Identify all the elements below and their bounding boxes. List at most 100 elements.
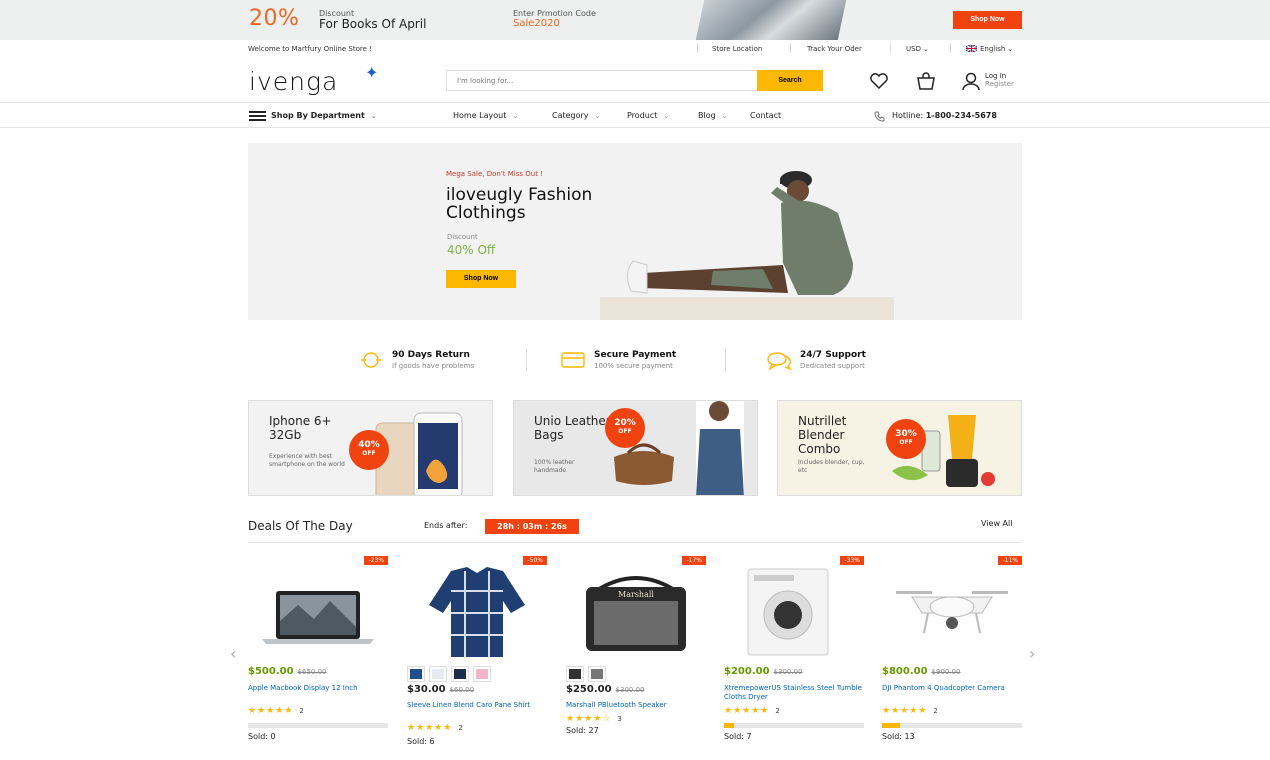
- hero-discount-label: Discount: [447, 233, 478, 241]
- language-select[interactable]: English ⌄: [965, 44, 1014, 53]
- register-link[interactable]: Register: [985, 80, 1014, 88]
- product-image[interactable]: [724, 561, 864, 661]
- fashion-model-image: [627, 171, 853, 295]
- sold-progress-bar: [724, 723, 864, 728]
- hero-discount-value: 40% Off: [447, 243, 496, 257]
- login-link[interactable]: Log In: [985, 72, 1014, 80]
- search-input[interactable]: [446, 70, 758, 91]
- promo-card-title: Unio Leather Bags: [534, 414, 611, 442]
- promo-code-value: Sale2020: [513, 18, 560, 29]
- product-price: $30.00 $60.00: [407, 684, 475, 695]
- promo-card-badge: 30% OFF: [886, 419, 926, 459]
- promo-discount-text: For Books Of April: [319, 17, 427, 31]
- countdown-timer: 28h : 03m : 26s: [485, 519, 579, 534]
- color-swatches: [407, 666, 491, 682]
- product-image[interactable]: Marshall: [566, 561, 706, 661]
- shop-by-department[interactable]: Shop By Department ⌄: [271, 111, 377, 120]
- deals-title: Deals Of The Day: [248, 519, 353, 533]
- feature-payment: Secure Payment 100% secure payment: [561, 350, 676, 370]
- promo-card-blender[interactable]: Nutrillet Blender Combo Includes blender…: [777, 400, 1022, 496]
- product-rating: ★★★★★ 2: [248, 706, 304, 716]
- promo-percent: 20%: [249, 6, 300, 31]
- deals-ends-label: Ends after:: [424, 521, 468, 530]
- promo-shop-now-button[interactable]: Shop Now: [953, 11, 1022, 29]
- hotline: Hotline: 1-800-234-5678: [892, 111, 997, 120]
- promo-card-bags[interactable]: Unio Leather Bags 100% leather handmade …: [513, 400, 758, 496]
- product-name[interactable]: Marshall PBluetooth Speaker: [566, 701, 706, 710]
- nav-item-blog[interactable]: Blog ⌄: [698, 111, 728, 120]
- site-logo[interactable]: ivenga: [249, 67, 338, 96]
- sparkle-icon: ✦: [365, 63, 379, 82]
- swatch-pink[interactable]: [473, 666, 491, 682]
- view-all-link[interactable]: View All: [981, 519, 1012, 528]
- hero-banner: Mega Sale, Don't Miss Out ! iloveugly Fa…: [248, 143, 1022, 320]
- product-name[interactable]: DJI Phantom 4 Quadcopter Camera: [882, 684, 1022, 693]
- user-icon[interactable]: [961, 72, 981, 90]
- refresh-icon: [361, 352, 381, 368]
- color-swatches: [566, 666, 606, 682]
- store-location-link[interactable]: Store Location: [712, 45, 762, 53]
- header: ivenga ✦ Search Log In Register: [0, 58, 1270, 103]
- product-name[interactable]: Sleeve Linen Blend Caro Pane Shirt: [407, 701, 547, 710]
- shopping-bag-icon[interactable]: [916, 72, 936, 90]
- swatch-navy[interactable]: [451, 666, 469, 682]
- promo-card-subtitle: Experience with best smartphone on the w…: [269, 453, 345, 468]
- promo-code-label: Enter Prmotion Code: [513, 9, 596, 18]
- promo-card-subtitle: 100% leather handmade: [534, 459, 575, 474]
- product-rating: ★★★★☆ 3: [566, 714, 622, 724]
- sold-count: Sold: 6: [407, 737, 435, 746]
- chevron-left-icon[interactable]: ‹: [230, 644, 236, 663]
- promo-card-iphone[interactable]: Iphone 6+ 32Gb Experience with best smar…: [248, 400, 493, 496]
- heart-icon[interactable]: [869, 72, 889, 90]
- sold-count: Sold: 0: [248, 732, 276, 741]
- product-image[interactable]: [248, 561, 388, 661]
- promo-card-title: Iphone 6+ 32Gb: [269, 414, 332, 442]
- hero-tag: Mega Sale, Don't Miss Out !: [446, 170, 543, 178]
- nav-item-category[interactable]: Category ⌄: [552, 111, 600, 120]
- feature-support: 24/7 Support Dedicated support: [767, 350, 866, 370]
- svg-text:Marshall: Marshall: [618, 590, 654, 599]
- product-price: $250.00 $300.00: [566, 684, 645, 695]
- swatch-white[interactable]: [429, 666, 447, 682]
- phone-icon: [874, 111, 885, 122]
- chevron-right-icon[interactable]: ›: [1029, 644, 1035, 663]
- track-order-link[interactable]: Track Your Oder: [807, 45, 862, 53]
- chevron-down-icon: ⌄: [1007, 45, 1014, 53]
- sold-progress-fill: [724, 723, 734, 728]
- sold-progress-bar: [882, 723, 1022, 728]
- chevron-down-icon: ⌄: [370, 112, 377, 120]
- chevron-down-icon: ⌄: [721, 112, 728, 120]
- swatch-black[interactable]: [566, 666, 584, 682]
- iphone-image: [375, 412, 463, 495]
- nav-item-contact[interactable]: Contact: [750, 111, 781, 120]
- product-name[interactable]: Apple Macbook Display 12 Inch: [248, 684, 388, 693]
- product-rating: ★★★★★ 2: [724, 706, 780, 716]
- currency-select[interactable]: USD ⌄: [906, 45, 929, 53]
- sold-progress-bar: [248, 723, 388, 728]
- chevron-down-icon: ⌄: [594, 112, 601, 120]
- swatch-blue[interactable]: [407, 666, 425, 682]
- product-price: $800.00 $900.00: [882, 666, 961, 677]
- promo-card-badge: 40% OFF: [349, 430, 389, 470]
- account-links: Log In Register: [985, 72, 1014, 88]
- welcome-text: Welcome to Martfury Online Store !: [248, 45, 372, 53]
- credit-card-icon: [561, 352, 585, 368]
- chevron-down-icon: ⌄: [663, 112, 670, 120]
- nav-item-product[interactable]: Product ⌄: [627, 111, 669, 120]
- promo-card-badge: 20% OFF: [605, 408, 645, 448]
- swatch-grey[interactable]: [588, 666, 606, 682]
- product-image[interactable]: [882, 561, 1022, 661]
- chevron-down-icon: ⌄: [512, 112, 519, 120]
- book-image: [695, 0, 847, 40]
- feature-return: 90 Days Return If goods have problems: [361, 350, 474, 370]
- search-button[interactable]: Search: [757, 70, 823, 91]
- nav-item-home-layout[interactable]: Home Layout ⌄: [453, 111, 518, 120]
- product-image[interactable]: [407, 561, 547, 661]
- product-name[interactable]: XtremepowerUS Stainless Steel Tumble Clo…: [724, 684, 864, 702]
- top-bar: Welcome to Martfury Online Store ! Store…: [0, 40, 1270, 58]
- hero-shop-now-button[interactable]: Shop Now: [446, 270, 516, 288]
- menu-icon[interactable]: [249, 111, 266, 121]
- main-nav: Shop By Department ⌄ Home Layout ⌄ Categor…: [0, 103, 1270, 128]
- product-price: $500.00 $650.00: [248, 666, 327, 677]
- hotline-number[interactable]: 1-800-234-5678: [926, 111, 997, 120]
